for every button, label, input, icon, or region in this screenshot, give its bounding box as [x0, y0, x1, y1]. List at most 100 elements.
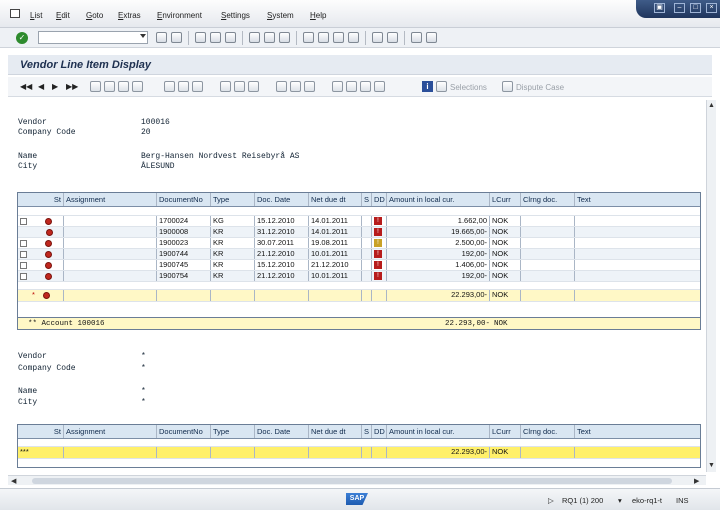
row-checkbox[interactable] [20, 261, 27, 269]
first-page-icon[interactable] [303, 32, 314, 43]
menu-extras[interactable]: Extras [118, 11, 141, 20]
menu-help[interactable]: Help [310, 11, 326, 20]
cancel-icon[interactable] [225, 32, 236, 43]
col-net-due-date[interactable]: Net due dt [309, 425, 362, 438]
table-row[interactable]: 1900744 KR 21.12.2010 10.01.2011 ! 192,0… [18, 249, 700, 260]
row-checkbox[interactable] [20, 250, 27, 258]
col-text[interactable]: Text [575, 425, 700, 438]
subtotal-row[interactable]: * 22.293,00- NOK [18, 290, 700, 302]
grand-total-row[interactable]: *** 22.293,00- NOK [18, 447, 700, 459]
col-assignment[interactable]: Assignment [64, 425, 157, 438]
print-icon[interactable] [249, 32, 260, 43]
subtotal-icon[interactable] [346, 81, 357, 92]
col-amount[interactable]: Amount in local cur. [387, 425, 490, 438]
help-icon[interactable] [411, 32, 422, 43]
shortcut-icon[interactable] [387, 32, 398, 43]
scroll-left-icon[interactable]: ◀ [11, 477, 16, 485]
next-page-icon[interactable] [333, 32, 344, 43]
enter-checkmark-icon[interactable]: ✓ [16, 32, 28, 44]
customize-icon[interactable]: ▣ [654, 3, 665, 13]
insert-mode[interactable]: INS [676, 496, 689, 505]
col-assignment[interactable]: Assignment [64, 193, 157, 206]
col-document-no[interactable]: DocumentNo [157, 425, 211, 438]
layout-icon[interactable] [276, 81, 287, 92]
back-icon[interactable] [195, 32, 206, 43]
scroll-right-icon[interactable]: ▶ [694, 477, 699, 485]
dispute-case-icon[interactable] [502, 81, 513, 92]
select-all-icon[interactable] [164, 81, 175, 92]
col-s[interactable]: S [362, 425, 372, 438]
row-checkbox[interactable] [20, 272, 27, 280]
system-menu-icon[interactable] [10, 9, 20, 18]
deselect-all-icon[interactable] [178, 81, 189, 92]
info-icon[interactable]: i [422, 81, 433, 92]
col-clearing-doc[interactable]: Clrng doc. [521, 425, 575, 438]
new-session-icon[interactable] [372, 32, 383, 43]
view-icon[interactable] [304, 81, 315, 92]
col-net-due-date[interactable]: Net due dt [309, 193, 362, 206]
col-doc-date[interactable]: Doc. Date [255, 193, 309, 206]
col-status[interactable]: St [18, 193, 64, 206]
col-status[interactable]: St [18, 425, 64, 438]
export-icon[interactable] [290, 81, 301, 92]
table-row[interactable]: 1900745 KR 15.12.2010 21.12.2010 ! 1.406… [18, 260, 700, 271]
selections-button[interactable]: Selections [450, 83, 487, 92]
scrollbar-thumb[interactable] [32, 478, 672, 484]
table-row[interactable]: 1900023 KR 30.07.2011 19.08.2011 ! 2.500… [18, 238, 700, 249]
pencil-icon[interactable] [104, 81, 115, 92]
col-s[interactable]: S [362, 193, 372, 206]
close-icon[interactable]: × [706, 3, 717, 13]
col-doc-date[interactable]: Doc. Date [255, 425, 309, 438]
minimize-icon[interactable]: – [674, 3, 685, 13]
print-list-icon[interactable] [234, 81, 245, 92]
table-row[interactable]: 1900754 KR 21.12.2010 10.01.2011 ! 192,0… [18, 271, 700, 282]
menu-environment[interactable]: Environment [157, 11, 202, 20]
word-processing-icon[interactable] [374, 81, 385, 92]
menu-edit[interactable]: Edit [56, 11, 70, 20]
find-next-icon[interactable] [279, 32, 290, 43]
find-icon[interactable] [264, 32, 275, 43]
display-document-icon[interactable] [118, 81, 129, 92]
dispute-case-button[interactable]: Dispute Case [516, 83, 564, 92]
details-icon[interactable] [192, 81, 203, 92]
last-page-icon[interactable] [348, 32, 359, 43]
col-type[interactable]: Type [211, 193, 255, 206]
layout-menu-icon[interactable] [426, 32, 437, 43]
last-item-icon[interactable]: ▶▶ [66, 82, 78, 91]
menu-system[interactable]: System [267, 11, 294, 20]
account-total-row[interactable]: ** Account 100016 22.293,00- NOK [17, 318, 701, 330]
col-dd[interactable]: DD [372, 193, 387, 206]
col-dd[interactable]: DD [372, 425, 387, 438]
exit-icon[interactable] [210, 32, 221, 43]
first-item-icon[interactable]: ◀◀ [20, 82, 32, 91]
back-arrow-icon[interactable] [156, 32, 167, 43]
col-amount[interactable]: Amount in local cur. [387, 193, 490, 206]
menu-settings[interactable]: Settings [221, 11, 250, 20]
save-icon[interactable] [171, 32, 182, 43]
horizontal-scrollbar[interactable]: ◀ ▶ [8, 475, 706, 485]
status-play-icon[interactable]: ▷ [548, 496, 554, 505]
col-type[interactable]: Type [211, 425, 255, 438]
vertical-scrollbar[interactable]: ▲ ▼ [706, 100, 716, 472]
selections-icon[interactable] [436, 81, 447, 92]
col-lcurr[interactable]: LCurr [490, 193, 521, 206]
menu-goto[interactable]: Goto [86, 11, 103, 20]
filter-icon[interactable] [220, 81, 231, 92]
table-row[interactable]: 1700024 KG 15.12.2010 14.01.2011 ! 1.662… [18, 216, 700, 227]
spreadsheet-icon[interactable] [360, 81, 371, 92]
col-lcurr[interactable]: LCurr [490, 425, 521, 438]
previous-item-icon[interactable]: ◀ [38, 82, 44, 91]
scroll-down-icon[interactable]: ▼ [708, 462, 715, 469]
mass-change-icon[interactable] [132, 81, 143, 92]
maximize-icon[interactable]: □ [690, 3, 701, 13]
row-checkbox[interactable] [20, 217, 27, 225]
system-info[interactable]: RQ1 (1) 200 [562, 496, 603, 505]
command-dropdown-icon[interactable] [140, 34, 146, 38]
sum-icon[interactable] [332, 81, 343, 92]
menu-list[interactable]: List [30, 11, 42, 20]
next-item-icon[interactable]: ▶ [52, 82, 58, 91]
row-checkbox[interactable] [20, 239, 27, 247]
set-filter-icon[interactable] [248, 81, 259, 92]
change-icon[interactable] [90, 81, 101, 92]
system-info-dropdown-icon[interactable]: ▾ [618, 496, 622, 505]
